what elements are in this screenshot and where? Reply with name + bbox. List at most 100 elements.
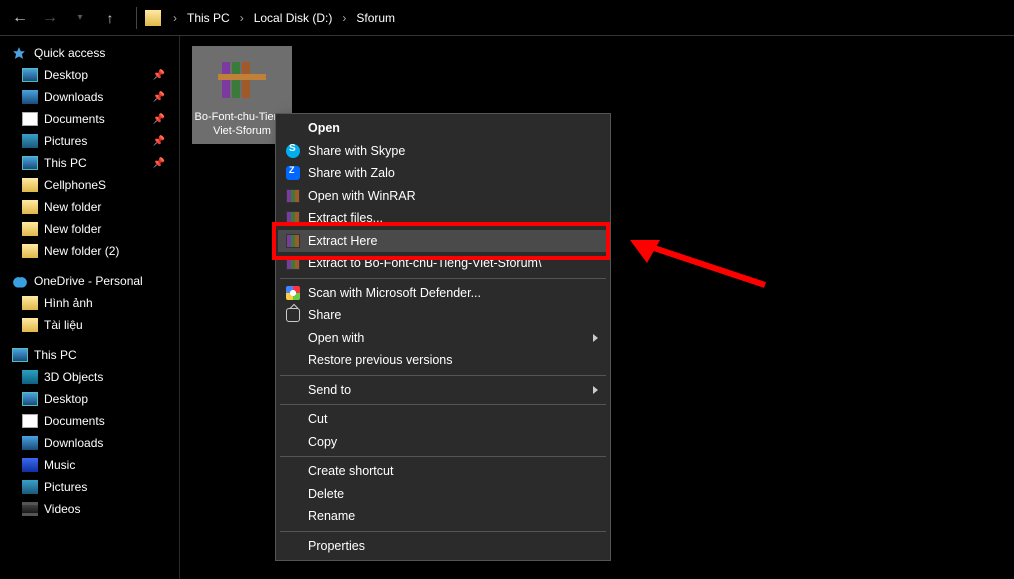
nav-forward-button[interactable]: → [38,6,62,30]
menu-item-cut[interactable]: Cut [278,408,608,431]
sidebar-item-folder[interactable]: New folder [4,218,175,240]
sidebar-label: Desktop [44,68,88,82]
menu-item-extract-files[interactable]: Extract files... [278,207,608,230]
menu-item-extract-here[interactable]: Extract Here [278,230,608,253]
sidebar-label: Documents [44,112,105,126]
breadcrumb-item[interactable]: This PC [185,9,232,27]
sidebar-label: Documents [44,414,105,428]
breadcrumb-item[interactable]: Sforum [354,9,397,27]
blank-icon [284,434,302,450]
breadcrumb-item[interactable]: Local Disk (D:) [252,9,335,27]
pc-icon [22,156,38,170]
sidebar-label: Music [44,458,75,472]
menu-item-open-winrar[interactable]: Open with WinRAR [278,185,608,208]
sidebar-item-downloads[interactable]: Downloads [4,432,175,454]
sidebar-label: Videos [44,502,80,516]
sidebar-label: New folder [44,222,101,236]
folder-icon [22,318,38,332]
sidebar-item-desktop[interactable]: Desktop📌 [4,64,175,86]
pin-icon: 📌 [153,136,165,147]
blank-icon [284,486,302,502]
sidebar-onedrive[interactable]: OneDrive - Personal [4,270,175,292]
sidebar-label: Pictures [44,134,87,148]
blank-icon [284,411,302,427]
pc-icon [12,348,28,362]
winrar-icon [284,188,302,204]
zalo-icon [284,165,302,181]
sidebar-item-downloads[interactable]: Downloads📌 [4,86,175,108]
menu-item-scan-defender[interactable]: Scan with Microsoft Defender... [278,282,608,305]
pictures-icon [22,134,38,148]
sidebar-label: New folder [44,200,101,214]
breadcrumb[interactable]: › This PC › Local Disk (D:) › Sforum [169,9,397,27]
separator [136,7,137,29]
chevron-right-icon: › [338,11,350,25]
documents-icon [22,112,38,126]
sidebar-item-3dobjects[interactable]: 3D Objects [4,366,175,388]
sidebar-item-thispc[interactable]: This PC📌 [4,152,175,174]
documents-icon [22,414,38,428]
sidebar-label: Desktop [44,392,88,406]
sidebar-thispc[interactable]: This PC [4,344,175,366]
star-icon [12,46,28,60]
sidebar-item-folder[interactable]: CellphoneS [4,174,175,196]
sidebar-label: Hình ảnh [44,296,93,310]
menu-separator [280,375,606,376]
sidebar-item-pictures[interactable]: Pictures 📌 [4,130,175,152]
sidebar-label: Downloads [44,90,103,104]
downloads-icon [22,90,38,104]
sidebar-item-pictures[interactable]: Pictures [4,476,175,498]
menu-separator [280,404,606,405]
sidebar-item-music[interactable]: Music [4,454,175,476]
sidebar-label: This PC [34,348,77,362]
winrar-archive-icon [214,50,270,106]
sidebar-label: Tài liệu [44,318,83,332]
menu-item-open[interactable]: Open [278,117,608,140]
menu-item-properties[interactable]: Properties [278,535,608,558]
sidebar-item-folder[interactable]: New folder [4,196,175,218]
blank-icon [284,538,302,554]
desktop-icon [22,392,38,406]
folder-icon [145,10,161,26]
winrar-icon [284,210,302,226]
pictures-icon [22,480,38,494]
sidebar-item-documents[interactable]: Documents [4,410,175,432]
menu-item-share-skype[interactable]: Share with Skype [278,140,608,163]
defender-icon [284,285,302,301]
winrar-icon [284,255,302,271]
menu-item-restore-versions[interactable]: Restore previous versions [278,349,608,372]
share-icon [284,307,302,323]
nav-up-button[interactable]: ↑ [98,6,122,30]
menu-separator [280,278,606,279]
folder-icon [22,200,38,214]
menu-item-extract-to[interactable]: Extract to Bo-Font-chu-Tieng-Viet-Sforum… [278,252,608,275]
menu-item-rename[interactable]: Rename [278,505,608,528]
downloads-icon [22,436,38,450]
menu-item-delete[interactable]: Delete [278,483,608,506]
sidebar-label: CellphoneS [44,178,106,192]
nav-back-button[interactable]: ← [8,6,32,30]
sidebar-item-folder[interactable]: Tài liệu [4,314,175,336]
videos-icon [22,502,38,516]
sidebar-item-folder[interactable]: Hình ảnh [4,292,175,314]
menu-separator [280,531,606,532]
menu-item-open-with[interactable]: Open with [278,327,608,350]
music-icon [22,458,38,472]
menu-item-share-zalo[interactable]: Share with Zalo [278,162,608,185]
blank-icon [284,120,302,136]
sidebar-item-videos[interactable]: Videos [4,498,175,520]
sidebar-label: 3D Objects [44,370,103,384]
nav-recent-dropdown[interactable]: ▾ [68,6,92,30]
pin-icon: 📌 [153,158,165,169]
sidebar-item-desktop[interactable]: Desktop [4,388,175,410]
blank-icon [284,330,302,346]
sidebar-item-folder[interactable]: New folder (2) [4,240,175,262]
sidebar-item-documents[interactable]: Documents📌 [4,108,175,130]
menu-item-share[interactable]: Share [278,304,608,327]
context-menu: Open Share with Skype Share with Zalo Op… [275,113,611,561]
menu-item-create-shortcut[interactable]: Create shortcut [278,460,608,483]
menu-item-send-to[interactable]: Send to [278,379,608,402]
menu-item-copy[interactable]: Copy [278,431,608,454]
sidebar-quick-access[interactable]: Quick access [4,42,175,64]
folder-icon [22,244,38,258]
